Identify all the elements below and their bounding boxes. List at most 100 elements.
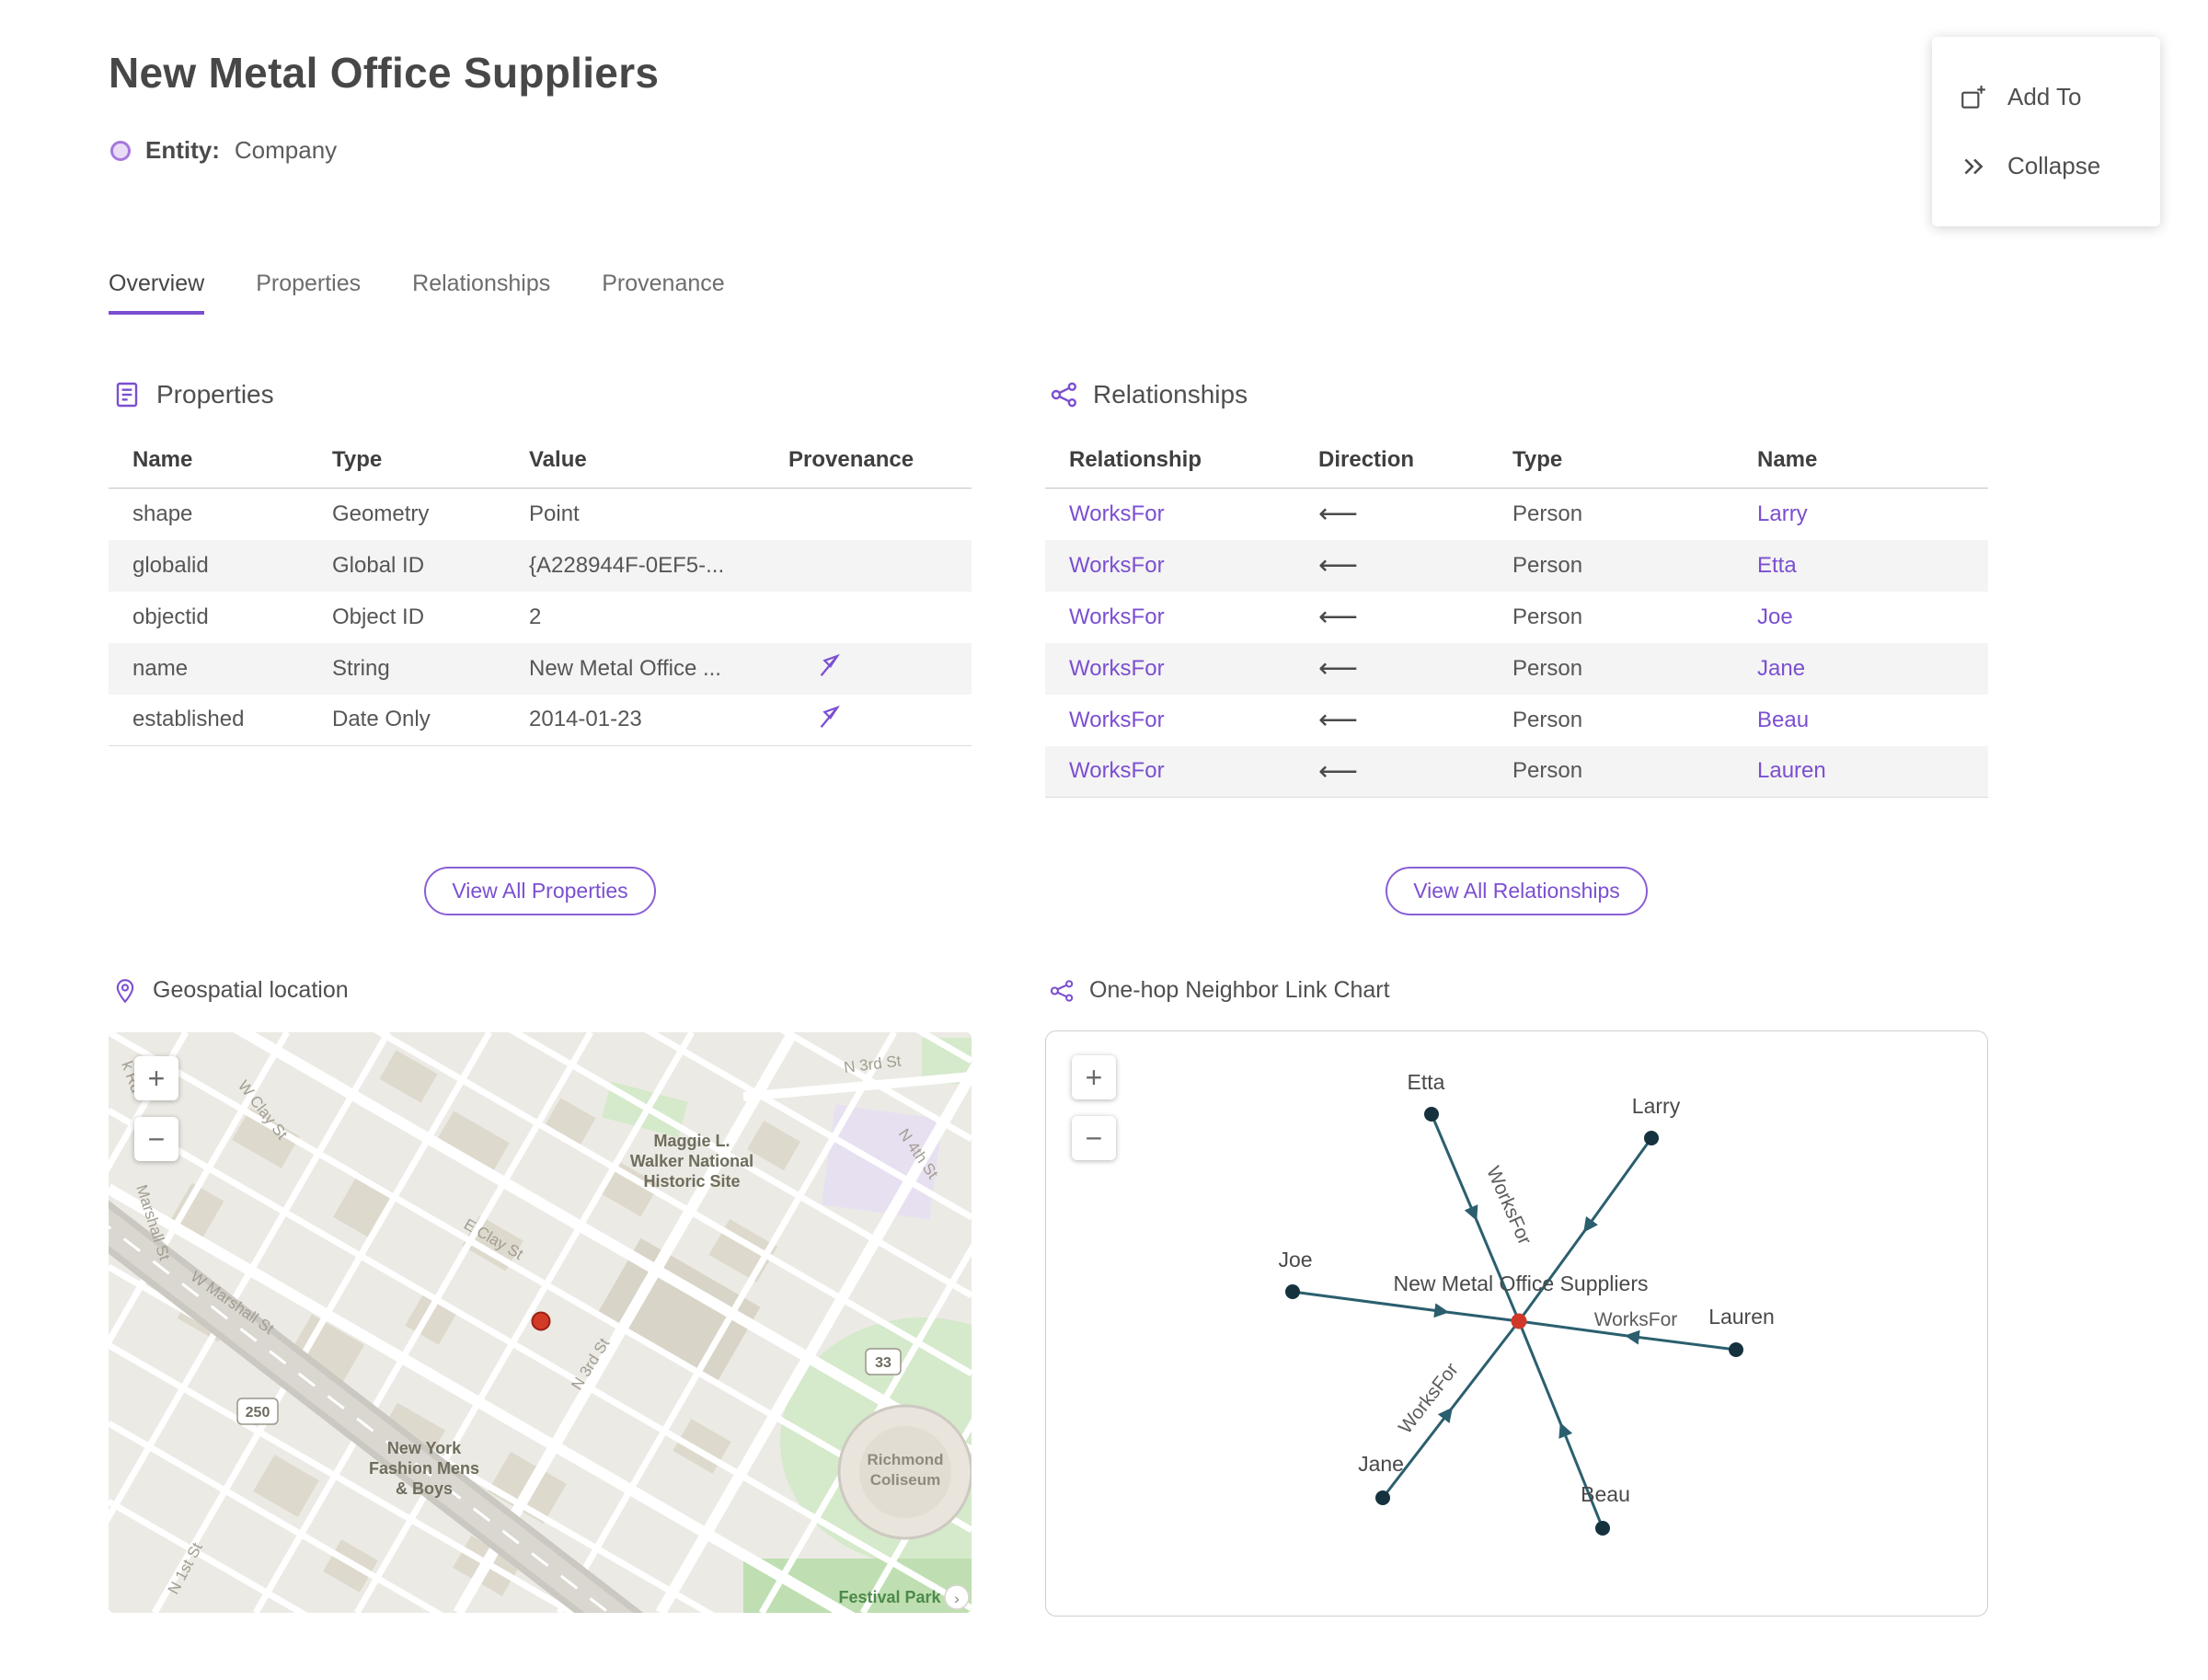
add-to-button[interactable]: Add To bbox=[1932, 63, 2160, 132]
relationship-row: WorksFor ⟵ Person Larry bbox=[1045, 489, 1988, 540]
relationship-link[interactable]: WorksFor bbox=[1069, 604, 1165, 629]
related-entity-link[interactable]: Larry bbox=[1757, 501, 1808, 526]
node-label: Joe bbox=[1278, 1248, 1312, 1272]
route-shield-33: 33 bbox=[875, 1355, 891, 1371]
edge-label: WorksFor bbox=[1395, 1359, 1463, 1438]
link-chart-panel: + − WorksFor WorksFor WorksFor Etta Larr… bbox=[1045, 1030, 1988, 1617]
rel-type: Person bbox=[1512, 539, 1757, 592]
related-entity-link[interactable]: Joe bbox=[1757, 604, 1793, 629]
provenance-flag-icon[interactable] bbox=[816, 651, 844, 679]
relationships-table-wrap: Relationship Direction Type Name WorksFo… bbox=[1045, 434, 1988, 798]
graph-node-etta[interactable] bbox=[1424, 1107, 1439, 1122]
tab-properties[interactable]: Properties bbox=[256, 270, 361, 315]
actions-panel: Add To Collapse bbox=[1932, 37, 2160, 226]
tab-bar: Overview Properties Relationships Proven… bbox=[109, 270, 725, 315]
direction-arrow: ⟵ bbox=[1318, 705, 1359, 735]
relationships-section-header: Relationships bbox=[1049, 380, 1248, 409]
col-type: Type bbox=[1512, 434, 1757, 489]
related-entity-link[interactable]: Etta bbox=[1757, 553, 1797, 578]
relationship-row: WorksFor ⟵ Person Lauren bbox=[1045, 745, 1988, 798]
graph-node-labels: Etta Larry Joe Lauren Jane Beau New Meta… bbox=[1278, 1070, 1774, 1506]
chart-zoom-out-button[interactable]: − bbox=[1072, 1116, 1116, 1160]
node-label: Lauren bbox=[1708, 1305, 1775, 1329]
relationship-link[interactable]: WorksFor bbox=[1069, 656, 1165, 681]
view-all-relationships-wrap: View All Relationships bbox=[1045, 867, 1988, 915]
prop-provenance bbox=[788, 539, 972, 592]
edge-label: WorksFor bbox=[1482, 1163, 1535, 1248]
map-zoom-in-button[interactable]: + bbox=[134, 1056, 178, 1100]
rel-type: Person bbox=[1512, 745, 1757, 798]
relationship-row: WorksFor ⟵ Person Beau bbox=[1045, 695, 1988, 746]
relationship-link[interactable]: WorksFor bbox=[1069, 708, 1165, 732]
node-label: Etta bbox=[1408, 1070, 1445, 1094]
direction-arrow: ⟵ bbox=[1318, 602, 1359, 632]
collapse-button[interactable]: Collapse bbox=[1932, 132, 2160, 201]
prop-type: Geometry bbox=[332, 501, 430, 526]
prop-provenance bbox=[788, 592, 972, 643]
related-entity-link[interactable]: Jane bbox=[1757, 656, 1805, 681]
page-title: New Metal Office Suppliers bbox=[109, 49, 660, 97]
graph-node-center[interactable] bbox=[1511, 1313, 1527, 1329]
rel-type: Person bbox=[1512, 501, 1583, 526]
relationship-link[interactable]: WorksFor bbox=[1069, 501, 1165, 526]
properties-section-title: Properties bbox=[156, 380, 274, 408]
properties-table-wrap: Name Type Value Provenance shape Geometr… bbox=[109, 434, 972, 746]
geospatial-section-title: Geospatial location bbox=[153, 977, 349, 1003]
graph-node-lauren[interactable] bbox=[1729, 1342, 1743, 1357]
collapse-label: Collapse bbox=[2007, 152, 2101, 179]
double-chevron-right-icon bbox=[1964, 158, 1984, 174]
map-marker[interactable] bbox=[531, 1311, 551, 1331]
prop-name: established bbox=[132, 707, 245, 732]
map-zoom-out-button[interactable]: − bbox=[134, 1117, 178, 1161]
properties-table: Name Type Value Provenance shape Geometr… bbox=[109, 434, 972, 746]
prop-type: String bbox=[332, 642, 529, 695]
edge-label: WorksFor bbox=[1594, 1309, 1678, 1330]
link-chart-canvas[interactable]: WorksFor WorksFor WorksFor Etta Larry Jo… bbox=[1046, 1031, 1987, 1616]
link-chart-section-title: One-hop Neighbor Link Chart bbox=[1089, 977, 1390, 1003]
relationships-header-row: Relationship Direction Type Name bbox=[1045, 434, 1988, 489]
node-label: Beau bbox=[1581, 1482, 1630, 1506]
entity-detail-page: New Metal Office Suppliers Entity: Compa… bbox=[0, 0, 2208, 1680]
prop-provenance bbox=[788, 489, 972, 540]
graph-node-larry[interactable] bbox=[1644, 1131, 1659, 1145]
prop-provenance bbox=[788, 642, 972, 695]
graph-node-beau[interactable] bbox=[1595, 1521, 1610, 1536]
property-row: established Date Only 2014-01-23 bbox=[109, 695, 972, 746]
chart-zoom-in-button[interactable]: + bbox=[1072, 1055, 1116, 1099]
attribution-toggle-glyph: › bbox=[954, 1590, 960, 1607]
relationships-section-title: Relationships bbox=[1093, 380, 1248, 408]
map-canvas[interactable]: 250 33 k Rd W Clay St N 3rd St N 4th St … bbox=[109, 1032, 972, 1613]
tab-overview[interactable]: Overview bbox=[109, 270, 205, 315]
relationships-icon bbox=[1051, 382, 1076, 408]
property-row: name String New Metal Office ... bbox=[109, 642, 972, 695]
center-node-label: New Metal Office Suppliers bbox=[1394, 1272, 1649, 1295]
relationship-link[interactable]: WorksFor bbox=[1069, 553, 1165, 578]
map-panel: + − 250 33 k Rd W Clay St N 3rd St N 4th… bbox=[109, 1032, 972, 1613]
rel-type: Person bbox=[1512, 604, 1583, 629]
related-entity-link[interactable]: Beau bbox=[1757, 708, 1809, 732]
entity-type-value: Company bbox=[234, 136, 338, 164]
relationship-link[interactable]: WorksFor bbox=[1069, 758, 1165, 783]
related-entity-link[interactable]: Lauren bbox=[1757, 758, 1826, 783]
view-all-properties-wrap: View All Properties bbox=[109, 867, 972, 915]
col-provenance: Provenance bbox=[788, 434, 972, 489]
direction-arrow: ⟵ bbox=[1318, 550, 1359, 581]
tab-provenance[interactable]: Provenance bbox=[602, 270, 724, 315]
direction-arrow: ⟵ bbox=[1318, 755, 1359, 787]
graph-node-jane[interactable] bbox=[1375, 1490, 1390, 1505]
view-all-properties-button[interactable]: View All Properties bbox=[424, 867, 656, 915]
properties-section-header: Properties bbox=[112, 380, 274, 409]
prop-name: objectid bbox=[132, 604, 209, 629]
tab-relationships[interactable]: Relationships bbox=[412, 270, 550, 315]
entity-label: Entity: bbox=[145, 136, 220, 164]
view-all-relationships-button[interactable]: View All Relationships bbox=[1386, 867, 1648, 915]
provenance-flag-icon[interactable] bbox=[816, 703, 844, 731]
relationships-table: Relationship Direction Type Name WorksFo… bbox=[1045, 434, 1988, 798]
graph-node-joe[interactable] bbox=[1285, 1284, 1300, 1299]
map-attribution-toggle[interactable]: › bbox=[944, 1584, 970, 1610]
prop-value: Point bbox=[529, 501, 580, 526]
property-row: shape Geometry Point bbox=[109, 489, 972, 540]
prop-name: globalid bbox=[109, 539, 332, 592]
poi-label: New York bbox=[387, 1439, 462, 1457]
rel-type: Person bbox=[1512, 642, 1757, 695]
